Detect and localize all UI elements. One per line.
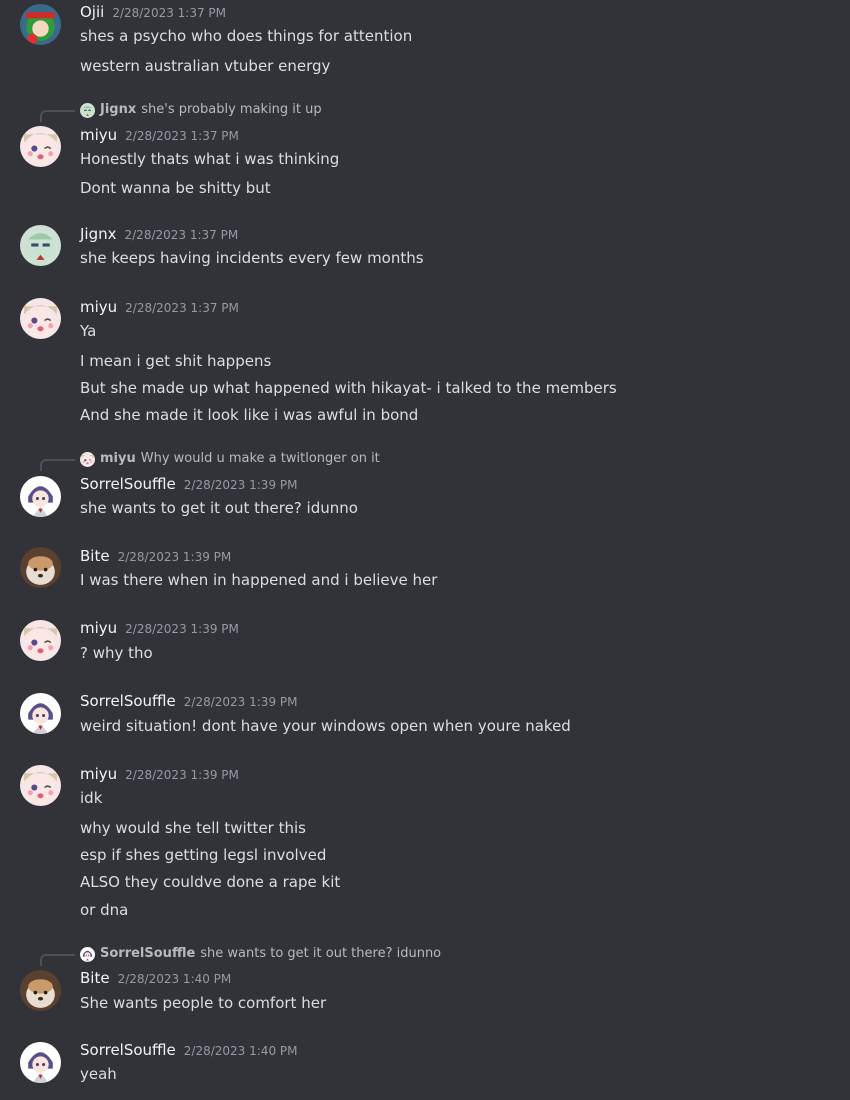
message-header: SorrelSouffle 2/28/2023 1:40 PM bbox=[80, 1041, 297, 1060]
avatar[interactable] bbox=[20, 4, 61, 45]
author-name[interactable]: Ojii bbox=[80, 3, 104, 21]
reply-avatar bbox=[80, 103, 95, 118]
message-line: Ya bbox=[80, 322, 97, 340]
sorrel-avatar-icon bbox=[80, 947, 95, 962]
author-name[interactable]: miyu bbox=[80, 765, 117, 783]
reply-spine bbox=[40, 459, 75, 471]
miyu-avatar-icon bbox=[20, 298, 61, 339]
message-header: miyu 2/28/2023 1:37 PM bbox=[80, 126, 239, 145]
avatar[interactable] bbox=[20, 225, 61, 266]
author-name[interactable]: Bite bbox=[80, 969, 110, 987]
reply-spine bbox=[40, 110, 75, 122]
message-line: I mean i get shit happens bbox=[80, 352, 272, 370]
author-name[interactable]: miyu bbox=[80, 126, 117, 144]
miyu-avatar-icon bbox=[20, 126, 61, 167]
author-name[interactable]: miyu bbox=[80, 298, 117, 316]
avatar[interactable] bbox=[20, 970, 61, 1011]
message-header: miyu 2/28/2023 1:37 PM bbox=[80, 298, 239, 317]
miyu-avatar-icon bbox=[80, 452, 95, 467]
message-line: ? why tho bbox=[80, 644, 153, 662]
message-line: And she made it look like i was awful in… bbox=[80, 406, 419, 424]
ojii-avatar-icon bbox=[20, 4, 61, 45]
message-timestamp[interactable]: 2/28/2023 1:39 PM bbox=[184, 478, 298, 492]
message-line: shes a psycho who does things for attent… bbox=[80, 27, 413, 45]
message-timestamp[interactable]: 2/28/2023 1:40 PM bbox=[118, 972, 232, 986]
reply-spine bbox=[40, 954, 75, 966]
reply-author[interactable]: Jignx bbox=[100, 101, 136, 119]
jignx-avatar-icon bbox=[80, 103, 95, 118]
message-timestamp[interactable]: 2/28/2023 1:37 PM bbox=[125, 301, 239, 315]
reply-text[interactable]: she wants to get it out there? idunno bbox=[200, 945, 441, 963]
author-name[interactable]: SorrelSouffle bbox=[80, 475, 176, 493]
author-name[interactable]: SorrelSouffle bbox=[80, 1041, 176, 1059]
author-name[interactable]: Jignx bbox=[80, 225, 117, 243]
miyu-avatar-icon bbox=[20, 620, 61, 661]
bite-avatar-icon bbox=[20, 547, 61, 588]
message-header: miyu 2/28/2023 1:39 PM bbox=[80, 619, 239, 638]
message-header: SorrelSouffle 2/28/2023 1:39 PM bbox=[80, 475, 297, 494]
jignx-avatar-icon bbox=[20, 225, 61, 266]
reply-preview[interactable]: miyu Why would u make a twitlonger on it bbox=[80, 450, 380, 468]
reply-preview[interactable]: SorrelSouffle she wants to get it out th… bbox=[80, 945, 441, 963]
message-timestamp[interactable]: 2/28/2023 1:39 PM bbox=[125, 768, 239, 782]
reply-author[interactable]: SorrelSouffle bbox=[100, 945, 195, 963]
message-line: why would she tell twitter this bbox=[80, 819, 306, 837]
sorrel-avatar-icon bbox=[20, 693, 61, 734]
reply-text[interactable]: Why would u make a twitlonger on it bbox=[141, 450, 380, 468]
message-line: Honestly thats what i was thinking bbox=[80, 150, 340, 168]
message-header: Bite 2/28/2023 1:40 PM bbox=[80, 969, 231, 988]
message-line: ALSO they couldve done a rape kit bbox=[80, 873, 341, 891]
message-timestamp[interactable]: 2/28/2023 1:37 PM bbox=[125, 228, 239, 242]
message-timestamp[interactable]: 2/28/2023 1:40 PM bbox=[184, 1044, 298, 1058]
message-timestamp[interactable]: 2/28/2023 1:37 PM bbox=[125, 129, 239, 143]
avatar[interactable] bbox=[20, 620, 61, 661]
avatar[interactable] bbox=[20, 693, 61, 734]
message-line: esp if shes getting legsl involved bbox=[80, 846, 327, 864]
message-header: Bite 2/28/2023 1:39 PM bbox=[80, 547, 231, 566]
avatar[interactable] bbox=[20, 547, 61, 588]
message-timestamp[interactable]: 2/28/2023 1:37 PM bbox=[112, 6, 226, 20]
reply-preview[interactable]: Jignx she's probably making it up bbox=[80, 101, 322, 119]
message-line: She wants people to comfort her bbox=[80, 994, 327, 1012]
avatar[interactable] bbox=[20, 765, 61, 806]
message-header: Jignx 2/28/2023 1:37 PM bbox=[80, 225, 238, 244]
message-header: SorrelSouffle 2/28/2023 1:39 PM bbox=[80, 692, 297, 711]
author-name[interactable]: SorrelSouffle bbox=[80, 692, 176, 710]
message-header: miyu 2/28/2023 1:39 PM bbox=[80, 765, 239, 784]
message-line: yeah bbox=[80, 1065, 117, 1083]
message-line: I was there when in happened and i belie… bbox=[80, 571, 438, 589]
message-timestamp[interactable]: 2/28/2023 1:39 PM bbox=[125, 622, 239, 636]
message-line: she keeps having incidents every few mon… bbox=[80, 249, 424, 267]
message-timestamp[interactable]: 2/28/2023 1:39 PM bbox=[118, 550, 232, 564]
avatar[interactable] bbox=[20, 476, 61, 517]
avatar[interactable] bbox=[20, 1042, 61, 1083]
reply-avatar bbox=[80, 452, 95, 467]
message-line: or dna bbox=[80, 901, 129, 919]
author-name[interactable]: miyu bbox=[80, 619, 117, 637]
miyu-avatar-icon bbox=[20, 765, 61, 806]
message-line: idk bbox=[80, 789, 103, 807]
message-line: Dont wanna be shitty but bbox=[80, 179, 271, 197]
message-header: Ojii 2/28/2023 1:37 PM bbox=[80, 3, 226, 22]
sorrel-avatar-icon bbox=[20, 476, 61, 517]
sorrel-avatar-icon bbox=[20, 1042, 61, 1083]
avatar[interactable] bbox=[20, 126, 61, 167]
bite-avatar-icon bbox=[20, 970, 61, 1011]
message-line: But she made up what happened with hikay… bbox=[80, 379, 617, 397]
author-name[interactable]: Bite bbox=[80, 547, 110, 565]
reply-author[interactable]: miyu bbox=[100, 450, 136, 468]
message-line: she wants to get it out there? idunno bbox=[80, 499, 358, 517]
message-line: weird situation! dont have your windows … bbox=[80, 717, 571, 735]
reply-text[interactable]: she's probably making it up bbox=[141, 101, 321, 119]
reply-avatar bbox=[80, 947, 95, 962]
avatar[interactable] bbox=[20, 298, 61, 339]
message-timestamp[interactable]: 2/28/2023 1:39 PM bbox=[184, 695, 298, 709]
message-line: western australian vtuber energy bbox=[80, 57, 331, 75]
